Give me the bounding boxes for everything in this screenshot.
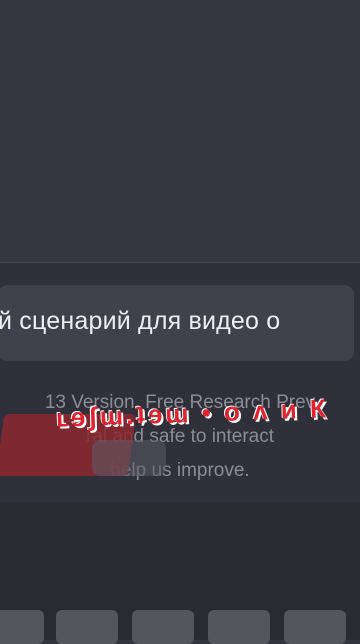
conversation-area: [0, 0, 360, 262]
keyboard-key[interactable]: [132, 610, 194, 644]
chat-input-panel: й сценарий для видео о 13 Version. Free …: [0, 262, 360, 503]
keyboard-row: [0, 610, 360, 644]
prompt-input-text[interactable]: й сценарий для видео о: [0, 307, 280, 336]
keyboard-key[interactable]: [284, 610, 346, 644]
disclaimer-line-3: help us improve.: [110, 460, 250, 481]
disclaimer-line-2: ral and safe to interact: [86, 426, 274, 447]
disclaimer-footer: 13 Version. Free Research Prev ral and s…: [0, 386, 360, 488]
keyboard-key[interactable]: [0, 610, 44, 644]
keyboard-key[interactable]: [56, 610, 118, 644]
on-screen-keyboard: [0, 502, 360, 644]
disclaimer-line-1: 13 Version. Free Research Prev: [44, 392, 316, 413]
keyboard-key[interactable]: [208, 610, 270, 644]
prompt-input-field[interactable]: й сценарий для видео о: [0, 285, 354, 361]
